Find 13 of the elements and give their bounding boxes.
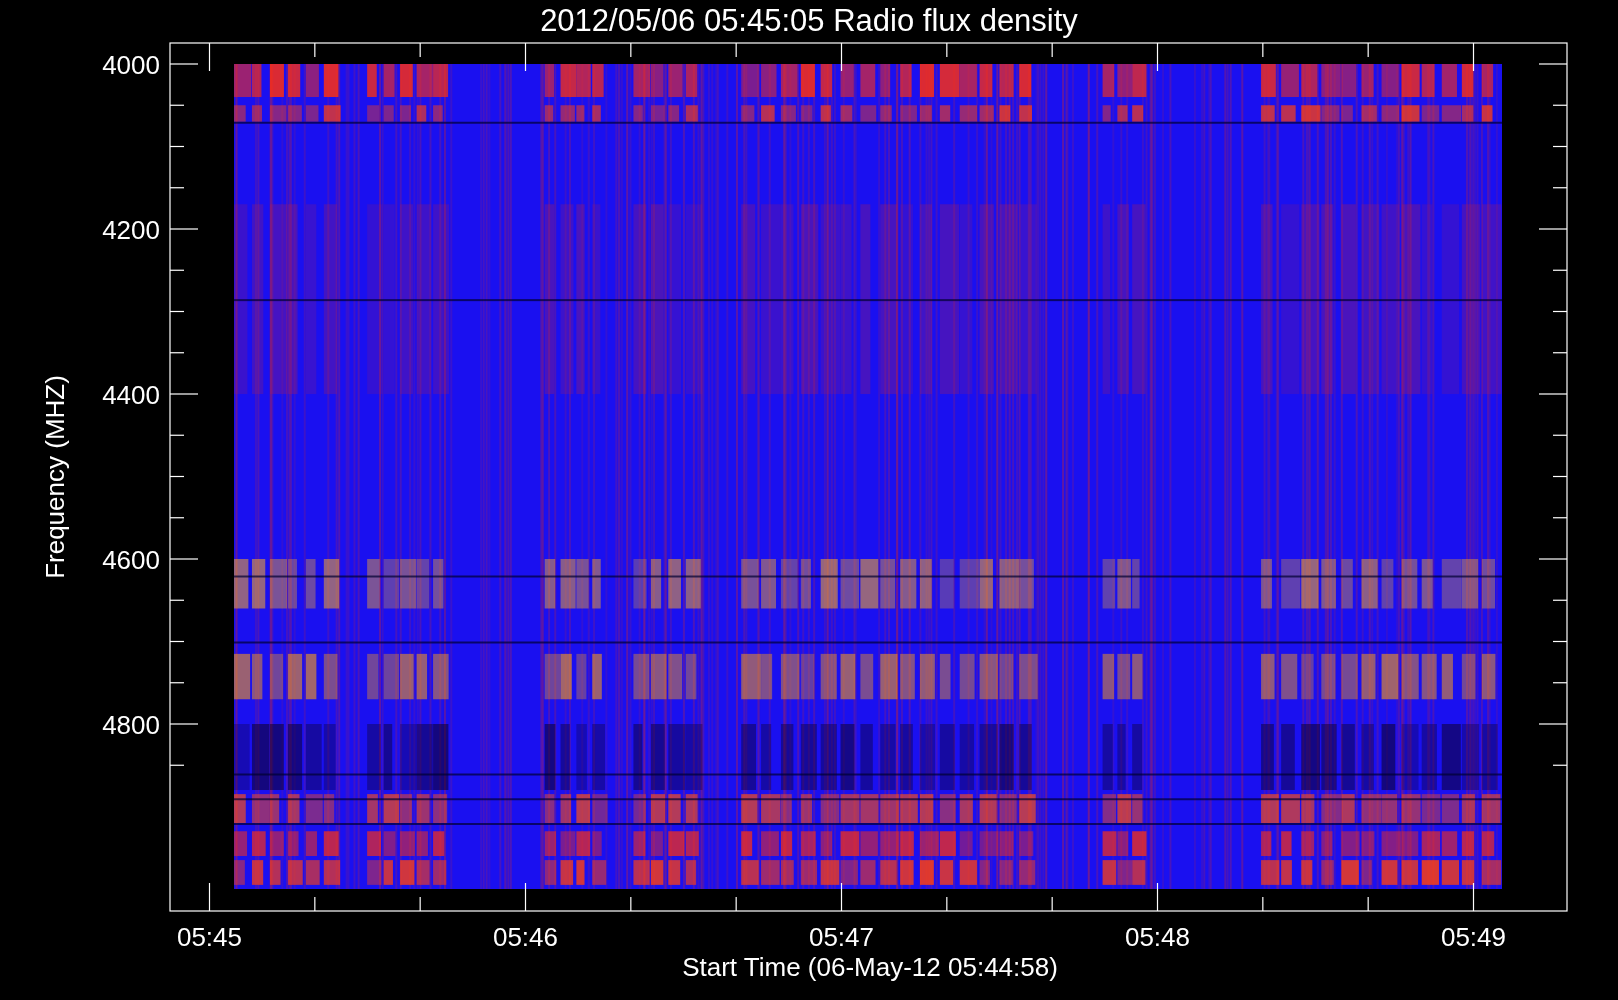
x-tick-label: 05:47 bbox=[808, 922, 875, 952]
y-tick-label: 4800 bbox=[102, 710, 160, 740]
x-tick-label: 05:48 bbox=[1124, 922, 1191, 952]
y-tick-label: 4200 bbox=[102, 215, 160, 245]
y-tick-label: 4600 bbox=[102, 545, 160, 575]
x-axis-label: Start Time (06-May-12 05:44:58) bbox=[682, 952, 1058, 982]
x-tick-label: 05:49 bbox=[1440, 922, 1507, 952]
x-tick-label: 05:46 bbox=[492, 922, 559, 952]
y-tick-label: 4000 bbox=[102, 50, 160, 80]
y-tick-label: 4400 bbox=[102, 380, 160, 410]
chart-title: 2012/05/06 05:45:05 Radio flux density bbox=[540, 3, 1078, 38]
x-tick-label: 05:45 bbox=[176, 922, 243, 952]
y-axis-label: Frequency (MHZ) bbox=[40, 375, 70, 579]
